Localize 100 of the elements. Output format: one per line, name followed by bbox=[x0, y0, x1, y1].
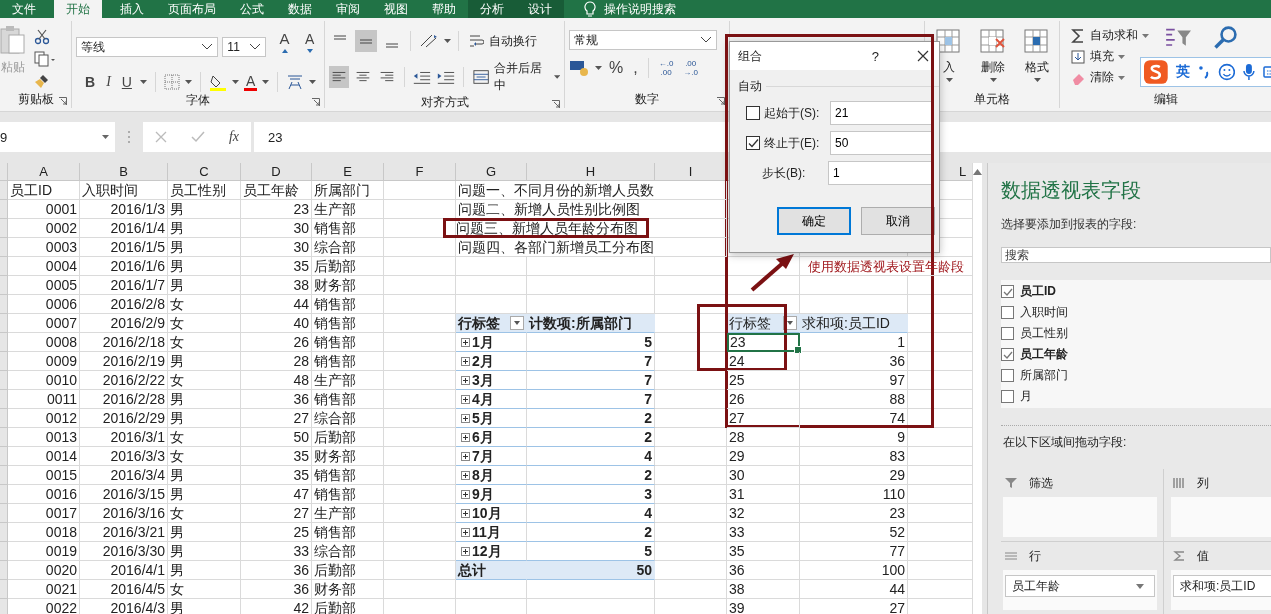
table-cell: 后勤部 bbox=[312, 257, 384, 276]
pane-title: 数据透视表字段 bbox=[1001, 178, 1142, 203]
pivot-value-cell: 2 bbox=[527, 466, 655, 485]
table-cell: 女 bbox=[168, 295, 241, 314]
field-label: 步长(B): bbox=[762, 164, 807, 182]
table-cell: 销售部 bbox=[312, 390, 384, 409]
pivot-value-cell: 110 bbox=[800, 485, 908, 504]
table-cell: 30 bbox=[241, 238, 312, 257]
table-cell: 0010 bbox=[8, 371, 80, 390]
question-text: 问题三、新增人员年龄分布图 bbox=[443, 218, 649, 238]
areas-instruction: 在以下区域间拖动字段: bbox=[1003, 434, 1128, 451]
table-cell: 2016/2/28 bbox=[80, 390, 168, 409]
table-cell: 财务部 bbox=[312, 580, 384, 599]
table-cell: 26 bbox=[241, 333, 312, 352]
table-cell: 36 bbox=[241, 561, 312, 580]
pivot-row-label: 4月 bbox=[472, 390, 494, 408]
cell-text: 28 bbox=[729, 429, 745, 445]
table-cell: 40 bbox=[241, 314, 312, 333]
pivot-value-cell: 7 bbox=[527, 371, 655, 390]
table-cell: 综合部 bbox=[312, 409, 384, 428]
table-cell: 23 bbox=[241, 200, 312, 219]
table-cell: 后勤部 bbox=[312, 561, 384, 580]
table-cell: 0001 bbox=[8, 200, 80, 219]
table-cell: 0015 bbox=[8, 466, 80, 485]
table-cell: 男 bbox=[168, 599, 241, 614]
group-label: 编辑 bbox=[1153, 90, 1178, 108]
question-text: 问题一、不同月份的新增人员数 bbox=[458, 181, 654, 199]
cell-text: 26 bbox=[729, 391, 745, 407]
table-cell: 38 bbox=[241, 276, 312, 295]
table-cell: 2016/4/5 bbox=[80, 580, 168, 599]
pivot-value-cell: 9 bbox=[800, 428, 908, 447]
pivot-total-cell: 总计 bbox=[456, 561, 527, 580]
table-cell: 27 bbox=[241, 409, 312, 428]
table-cell: 销售部 bbox=[312, 485, 384, 504]
table-cell: 0002 bbox=[8, 219, 80, 238]
table-cell: 销售部 bbox=[312, 523, 384, 542]
table-cell: 女 bbox=[168, 333, 241, 352]
question-text: 问题二、新增人员性别比例图 bbox=[458, 200, 640, 218]
pivot-value-cell: 83 bbox=[800, 447, 908, 466]
table-cell: 男 bbox=[168, 200, 241, 219]
table-cell: 27 bbox=[241, 504, 312, 523]
table-cell: 2016/2/8 bbox=[80, 295, 168, 314]
table-cell: 0018 bbox=[8, 523, 80, 542]
table-cell: 2016/3/21 bbox=[80, 523, 168, 542]
cell-text: 32 bbox=[729, 505, 745, 521]
table-cell: 女 bbox=[168, 580, 241, 599]
cell-text: 30 bbox=[729, 467, 745, 483]
table-cell: 0006 bbox=[8, 295, 80, 314]
pivot-row-label: 11月 bbox=[472, 523, 501, 541]
area-label: 行 bbox=[1029, 547, 1041, 565]
table-cell: 男 bbox=[168, 466, 241, 485]
pivot-value-cell: 4 bbox=[527, 447, 655, 466]
cell-text: 36 bbox=[729, 562, 745, 578]
pivot-value-cell: 3 bbox=[527, 485, 655, 504]
area-label: 列 bbox=[1197, 474, 1209, 492]
pivot-row-label: 3月 bbox=[472, 371, 494, 389]
table-cell: 2016/2/18 bbox=[80, 333, 168, 352]
pivot-value-cell: 52 bbox=[800, 523, 908, 542]
table-cell: 0022 bbox=[8, 599, 80, 614]
table-cell: 男 bbox=[168, 390, 241, 409]
table-cell: 0021 bbox=[8, 580, 80, 599]
group-label: 对齐方式 bbox=[420, 94, 469, 111]
table-cell: 男 bbox=[168, 257, 241, 276]
table-cell: 2016/3/4 bbox=[80, 466, 168, 485]
field-label: 终止于(E): bbox=[764, 134, 821, 152]
table-cell: 0011 bbox=[8, 390, 80, 409]
table-cell: 36 bbox=[241, 390, 312, 409]
table-cell: 2016/2/9 bbox=[80, 314, 168, 333]
table-cell: 销售部 bbox=[312, 295, 384, 314]
table-cell: 综合部 bbox=[312, 542, 384, 561]
table-cell: 0007 bbox=[8, 314, 80, 333]
table-cell: 0017 bbox=[8, 504, 80, 523]
column-title-cell: 员工年龄 bbox=[241, 181, 312, 200]
table-cell: 销售部 bbox=[312, 466, 384, 485]
column-title-cell: 所属部门 bbox=[312, 181, 384, 200]
table-cell: 销售部 bbox=[312, 314, 384, 333]
pivot-value-cell: 77 bbox=[800, 542, 908, 561]
pivot-row-label: 9月 bbox=[472, 485, 494, 503]
table-cell: 生产部 bbox=[312, 504, 384, 523]
column-title-cell: 入职时间 bbox=[80, 181, 168, 200]
cell-text: 29 bbox=[729, 448, 745, 464]
cell-text: 38 bbox=[729, 581, 745, 597]
table-cell: 0016 bbox=[8, 485, 80, 504]
pivot-value-cell: 2 bbox=[527, 428, 655, 447]
cell-text: 27 bbox=[729, 410, 745, 426]
pivot-header-cell: 求和项:员工ID bbox=[800, 314, 908, 333]
pivot-value-cell: 2 bbox=[527, 523, 655, 542]
table-cell: 2016/2/19 bbox=[80, 352, 168, 371]
table-cell: 2016/2/29 bbox=[80, 409, 168, 428]
pivot-row-label: 5月 bbox=[472, 409, 494, 427]
table-cell: 2016/4/1 bbox=[80, 561, 168, 580]
table-cell: 综合部 bbox=[312, 238, 384, 257]
table-cell: 0019 bbox=[8, 542, 80, 561]
table-cell: 35 bbox=[241, 447, 312, 466]
table-cell: 2016/3/16 bbox=[80, 504, 168, 523]
pivot-value-cell: 29 bbox=[800, 466, 908, 485]
table-cell: 男 bbox=[168, 219, 241, 238]
table-cell: 2016/3/15 bbox=[80, 485, 168, 504]
table-cell: 女 bbox=[168, 504, 241, 523]
group-label: 单元格 bbox=[974, 90, 1010, 108]
